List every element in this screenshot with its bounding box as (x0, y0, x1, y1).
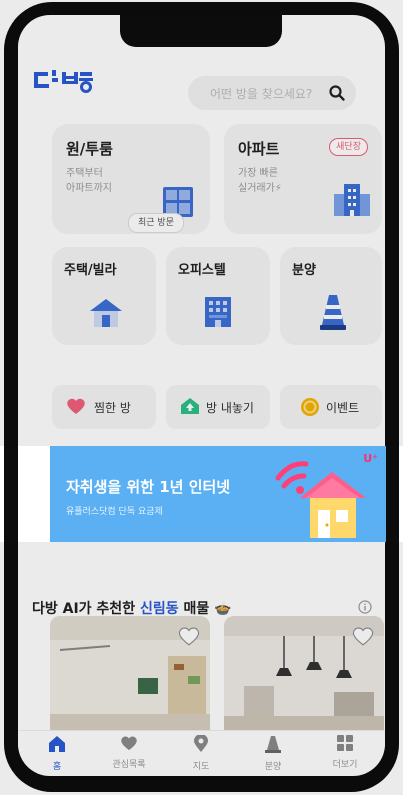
tab-presale[interactable]: 분양 (238, 735, 308, 772)
category-room-title: 원/투룸 (66, 140, 113, 158)
listing-card[interactable] (50, 616, 210, 740)
search-icon[interactable] (328, 84, 346, 102)
category-apt-card[interactable]: 아파트 새단장 가장 빠른 실거래가⚡ (224, 124, 382, 234)
search-placeholder: 어떤 방을 찾으세요? (210, 87, 313, 101)
phone-notch (120, 15, 282, 47)
heart-icon (121, 736, 137, 751)
heart-icon (67, 398, 85, 414)
recent-visit-pill[interactable]: 최근 방문 (128, 213, 184, 233)
recommendation-heading: 다방 AI가 추천한 신림동 매물 🍲 (32, 598, 232, 618)
category-villa-title: 주택/빌라 (64, 263, 117, 278)
dabang-logo[interactable] (32, 68, 94, 94)
quick-list-room[interactable]: 방 내놓기 (166, 385, 270, 429)
office-building-icon (205, 297, 231, 327)
quick-liked-rooms[interactable]: 찜한 방 (52, 385, 156, 429)
quick-list-room-label: 방 내놓기 (206, 401, 254, 415)
search-bar[interactable]: 어떤 방을 찾으세요? (188, 76, 356, 110)
recommendation-prefix: 다방 AI가 추천한 (32, 601, 140, 617)
grid-icon (337, 735, 353, 751)
tab-home[interactable]: 홈 (22, 735, 92, 772)
listing-card[interactable] (224, 616, 384, 740)
recommendation-suffix: 매물 🍲 (178, 601, 232, 617)
tab-favorites-label: 관심목록 (112, 760, 146, 770)
house-icon (90, 299, 122, 327)
quick-events[interactable]: 이벤트 (280, 385, 382, 429)
info-icon[interactable] (358, 600, 372, 614)
quick-liked-label: 찜한 방 (94, 401, 131, 415)
tab-favorites[interactable]: 관심목록 (94, 735, 164, 770)
cone-icon (265, 736, 281, 753)
banner-subtitle: 유플러스닷컴 단독 요금제 (66, 507, 163, 517)
category-apt-sub2: 실거래가⚡ (238, 183, 282, 194)
recommendation-area[interactable]: 신림동 (140, 601, 179, 617)
promo-banner[interactable]: 자취생을 위한 1년 인터넷 유플러스닷컴 단독 요금제 U⁺ (50, 446, 386, 542)
category-apt-title: 아파트 (238, 140, 280, 158)
quick-events-label: 이벤트 (326, 401, 360, 415)
category-room-sub2: 아파트까지 (66, 183, 112, 194)
category-officetel-card[interactable]: 오피스텔 (166, 247, 270, 345)
category-villa-card[interactable]: 주택/빌라 (52, 247, 156, 345)
tab-more[interactable]: 더보기 (310, 735, 380, 770)
apartment-building-icon (334, 184, 370, 216)
traffic-cone-icon (320, 295, 346, 330)
home-icon (49, 736, 65, 752)
tab-map-label: 지도 (192, 762, 210, 772)
map-pin-icon (194, 734, 208, 752)
house-upload-icon (181, 398, 199, 414)
banner-title: 자취생을 위한 1년 인터넷 (66, 478, 231, 496)
favorite-heart-icon[interactable] (352, 626, 374, 646)
new-badge: 새단장 (329, 138, 368, 156)
category-presale-title: 분양 (292, 263, 316, 278)
tab-map[interactable]: 지도 (166, 734, 236, 772)
tab-home-label: 홈 (52, 762, 62, 772)
category-apt-sub1: 가장 빠른 (238, 168, 278, 179)
tab-more-label: 더보기 (332, 760, 358, 770)
wifi-house-illustration (275, 461, 366, 538)
bottom-tab-bar: 홈 관심목록 지도 분양 더보기 (18, 730, 385, 776)
category-officetel-title: 오피스텔 (178, 263, 226, 278)
category-presale-card[interactable]: 분양 (280, 247, 382, 345)
coin-icon (301, 398, 319, 416)
category-room-sub1: 주택부터 (66, 168, 103, 179)
favorite-heart-icon[interactable] (178, 626, 200, 646)
tab-presale-label: 분양 (264, 762, 282, 772)
